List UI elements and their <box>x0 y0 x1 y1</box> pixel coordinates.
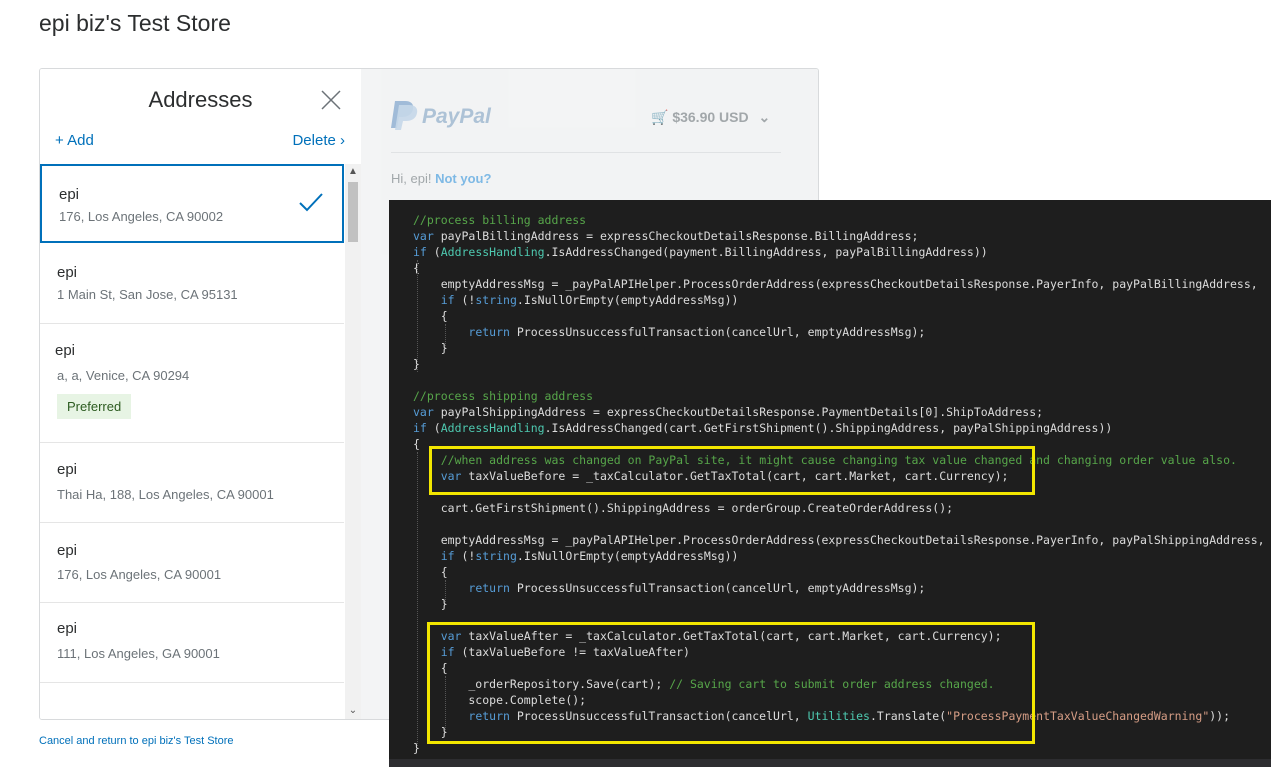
cart-total: $36.90 USD <box>672 109 749 125</box>
editor-scrollbar <box>389 759 1271 767</box>
indent-guide <box>445 580 446 604</box>
addresses-title: Addresses <box>148 87 253 112</box>
code-line: if (!string.IsNullOrEmpty(emptyAddressMs… <box>440 549 739 563</box>
address-name: epi <box>55 342 76 359</box>
code-line: //process billing address <box>413 213 587 227</box>
code-line: } <box>413 341 448 355</box>
address-name: epi <box>57 542 78 559</box>
code-line: { <box>413 565 448 579</box>
greeting: Hi, epi! Not you? <box>391 171 491 186</box>
cart-summary[interactable]: 🛒 $36.90 USD ⌄ <box>651 109 770 126</box>
not-you-link[interactable]: Not you? <box>435 171 491 186</box>
address-item[interactable]: epi 176, Los Angeles, CA 90002 <box>40 164 344 243</box>
address-item[interactable]: epi a, a, Venice, CA 90294 Preferred <box>40 324 344 443</box>
code-line: var payPalBillingAddress = expressChecko… <box>413 229 919 243</box>
scrollbar-thumb[interactable] <box>348 182 358 242</box>
chevron-down-icon: ⌄ <box>758 109 771 125</box>
add-address-button[interactable]: + Add <box>55 132 94 149</box>
address-text: 176, Los Angeles, CA 90001 <box>57 567 222 582</box>
indent-guide <box>445 324 446 348</box>
address-name: epi <box>57 461 78 478</box>
address-text: 176, Los Angeles, CA 90002 <box>59 209 224 224</box>
address-list-scrollbar[interactable]: ▲ ⌄ <box>345 164 361 719</box>
address-text: a, a, Venice, CA 90294 <box>57 368 190 383</box>
cancel-return-link[interactable]: Cancel and return to epi biz's Test Stor… <box>39 735 234 747</box>
highlight-box-tax-after <box>427 622 1035 744</box>
delete-address-button[interactable]: Delete › <box>292 132 345 149</box>
indent-guide <box>417 260 418 372</box>
paypal-logo: PayPal <box>391 101 492 130</box>
addresses-pane: Addresses + Add Delete › epi 176, Los An… <box>40 69 361 719</box>
address-name: epi <box>57 264 78 281</box>
add-label: Add <box>67 132 94 149</box>
address-item[interactable]: epi 176, Los Angeles, CA 90001 <box>40 523 344 603</box>
preferred-badge: Preferred <box>57 394 132 419</box>
indent-guide <box>417 452 418 748</box>
address-name: epi <box>59 186 80 203</box>
code-line: //process shipping address <box>413 389 594 403</box>
code-line: if (AddressHandling.IsAddressChanged(pay… <box>413 245 988 259</box>
divider <box>391 152 781 153</box>
code-line: { <box>413 309 448 323</box>
code-line: return ProcessUnsuccessfulTransaction(ca… <box>468 581 926 595</box>
address-text: 1 Main St, San Jose, CA 95131 <box>57 287 238 302</box>
chevron-right-icon: › <box>340 132 345 149</box>
cart-icon: 🛒 <box>651 109 669 125</box>
code-line: { <box>413 437 420 451</box>
address-text: Thai Ha, 188, Los Angeles, CA 90001 <box>57 487 274 502</box>
plus-icon: + <box>55 132 64 149</box>
code-line: } <box>413 597 448 611</box>
close-icon[interactable] <box>320 89 342 111</box>
address-item[interactable]: epi Thai Ha, 188, Los Angeles, CA 90001 <box>40 443 344 523</box>
code-line: if (AddressHandling.IsAddressChanged(car… <box>413 421 1113 435</box>
address-item[interactable]: epi 111, Los Angeles, GA 90001 <box>40 603 344 683</box>
code-line: if (!string.IsNullOrEmpty(emptyAddressMs… <box>440 293 739 307</box>
code-line: emptyAddressMsg = _payPalAPIHelper.Proce… <box>413 533 1265 547</box>
highlight-box-tax-before <box>429 446 1035 495</box>
address-list: epi 176, Los Angeles, CA 90002 epi 1 Mai… <box>40 164 344 719</box>
address-name: epi <box>57 620 78 637</box>
code-line: emptyAddressMsg = _payPalAPIHelper.Proce… <box>413 277 1258 291</box>
greeting-text: Hi, epi! <box>391 171 432 186</box>
address-text: 111, Los Angeles, GA 90001 <box>57 646 220 661</box>
code-line: var payPalShippingAddress = expressCheck… <box>413 405 1044 419</box>
code-line: return ProcessUnsuccessfulTransaction(ca… <box>468 325 926 339</box>
code-line: cart.GetFirstShipment().ShippingAddress … <box>413 501 954 515</box>
address-item[interactable]: epi 1 Main St, San Jose, CA 95131 <box>40 243 344 324</box>
scroll-up-icon[interactable]: ▲ <box>345 164 361 180</box>
delete-label: Delete <box>292 132 336 149</box>
code-editor-overlay: //process billing address var payPalBilli… <box>389 200 1271 767</box>
checkmark-icon <box>299 193 323 212</box>
paypal-logo-text: PayPal <box>422 105 492 128</box>
scroll-down-icon[interactable]: ⌄ <box>345 703 361 719</box>
store-title: epi biz's Test Store <box>39 10 231 36</box>
